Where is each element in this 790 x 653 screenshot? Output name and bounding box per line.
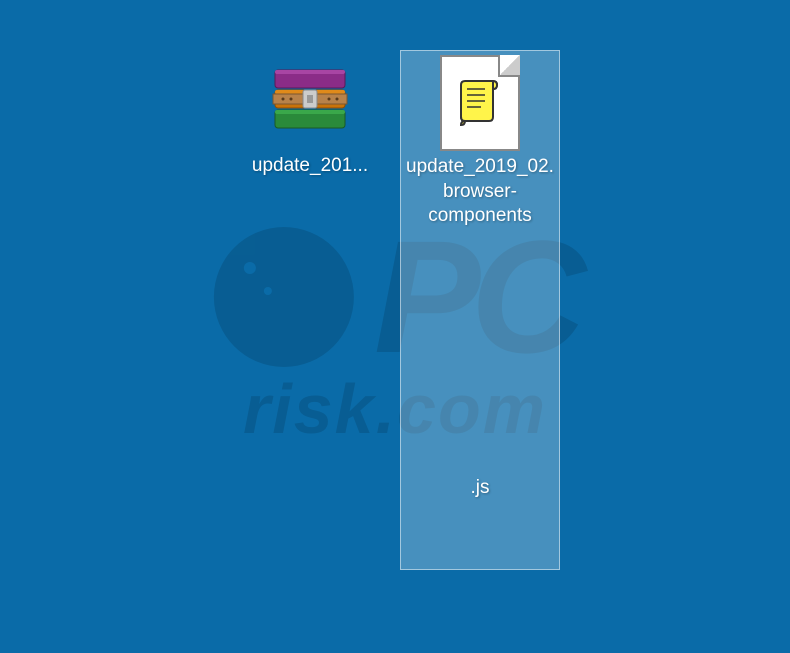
desktop-icon-js-file[interactable]: update_2019_02.browser-components .js [400, 50, 560, 570]
desktop-icon-rar-archive[interactable]: update_201... [230, 50, 390, 570]
icon-label-js: update_2019_02.browser-components .js [403, 155, 558, 565]
desktop-icons-container: update_201... update_2019_02.browser-com… [0, 0, 790, 570]
icon-label-rar: update_201... [252, 154, 368, 179]
rar-archive-icon [262, 54, 358, 150]
js-file-icon [432, 55, 528, 151]
